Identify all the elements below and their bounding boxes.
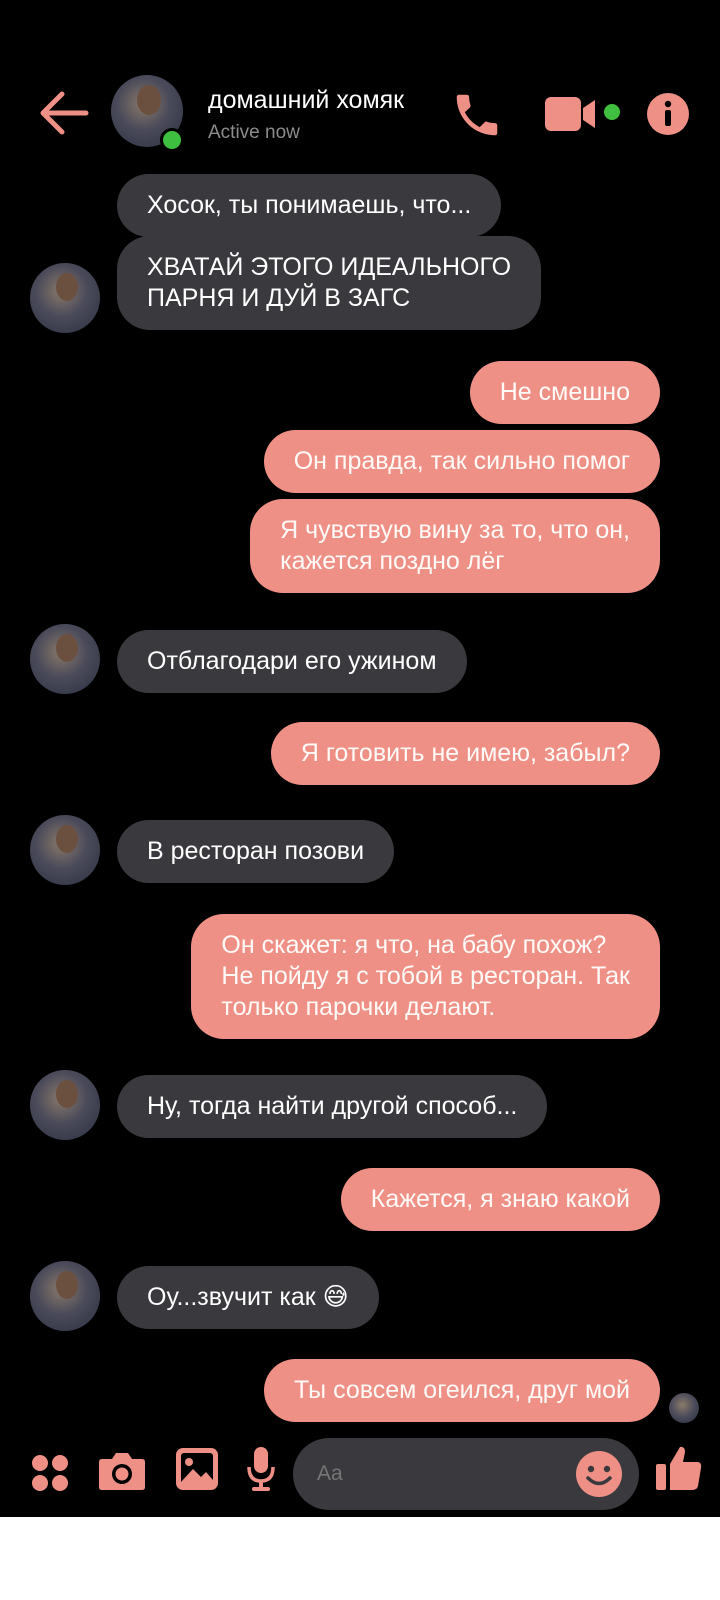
thumbs-up-icon[interactable] <box>654 1443 704 1493</box>
phone-icon[interactable] <box>450 88 504 142</box>
message-input-field[interactable] <box>293 1438 639 1510</box>
message-bubble-incoming[interactable]: Отблагодари его ужином <box>117 630 467 693</box>
contact-name[interactable]: домашний хомяк <box>208 86 404 115</box>
message-bubble-outgoing[interactable]: Я чувствую вину за то, что он, кажется п… <box>250 499 660 593</box>
message-composer <box>0 1425 720 1517</box>
message-bubble-incoming[interactable]: Ну, тогда найти другой способ... <box>117 1075 548 1138</box>
sender-avatar[interactable] <box>30 1070 100 1140</box>
sender-avatar[interactable] <box>30 1261 100 1331</box>
gallery-icon[interactable] <box>175 1447 219 1491</box>
message-bubble-incoming[interactable]: Хосок, ты понимаешь, что... <box>117 174 502 237</box>
video-camera-icon[interactable] <box>543 94 603 134</box>
apps-grid-icon[interactable] <box>30 1453 70 1493</box>
message-bubble-outgoing[interactable]: Он скажет: я что, на бабу похож? Не пойд… <box>191 914 660 1039</box>
microphone-icon[interactable] <box>246 1445 276 1493</box>
chat-header: домашний хомяк Active now <box>0 0 720 175</box>
contact-status: Active now <box>208 122 300 143</box>
sender-avatar[interactable] <box>30 815 100 885</box>
message-bubble-outgoing[interactable]: Он правда, так сильно помог <box>263 430 660 493</box>
message-bubble-incoming[interactable]: Оу...звучит как 😅 <box>117 1266 379 1329</box>
sender-avatar[interactable] <box>30 624 100 694</box>
message-bubble-incoming[interactable]: ХВАТАЙ ЭТОГО ИДЕАЛЬНОГО ПАРНЯ И ДУЙ В ЗА… <box>117 236 542 330</box>
message-bubble-outgoing[interactable]: Кажется, я знаю какой <box>340 1168 660 1231</box>
emoji-icon[interactable] <box>575 1450 623 1498</box>
message-input[interactable] <box>317 1462 557 1486</box>
sender-avatar[interactable] <box>30 263 100 333</box>
message-bubble-incoming[interactable]: В ресторан позови <box>117 820 395 883</box>
online-indicator <box>160 128 184 152</box>
video-active-indicator <box>604 104 620 120</box>
info-icon[interactable] <box>646 92 690 136</box>
message-bubble-outgoing[interactable]: Ты совсем огеился, друг мой <box>264 1359 660 1422</box>
back-arrow-icon[interactable] <box>36 88 90 138</box>
camera-icon[interactable] <box>98 1449 146 1491</box>
message-bubble-outgoing[interactable]: Я готовить не имею, забыл? <box>270 722 660 785</box>
system-nav-area <box>0 1517 720 1600</box>
chat-screen: домашний хомяк Active now Хосок, ты пони… <box>0 0 720 1517</box>
message-bubble-outgoing[interactable]: Не смешно <box>469 361 660 424</box>
seen-receipt-avatar <box>669 1393 699 1423</box>
